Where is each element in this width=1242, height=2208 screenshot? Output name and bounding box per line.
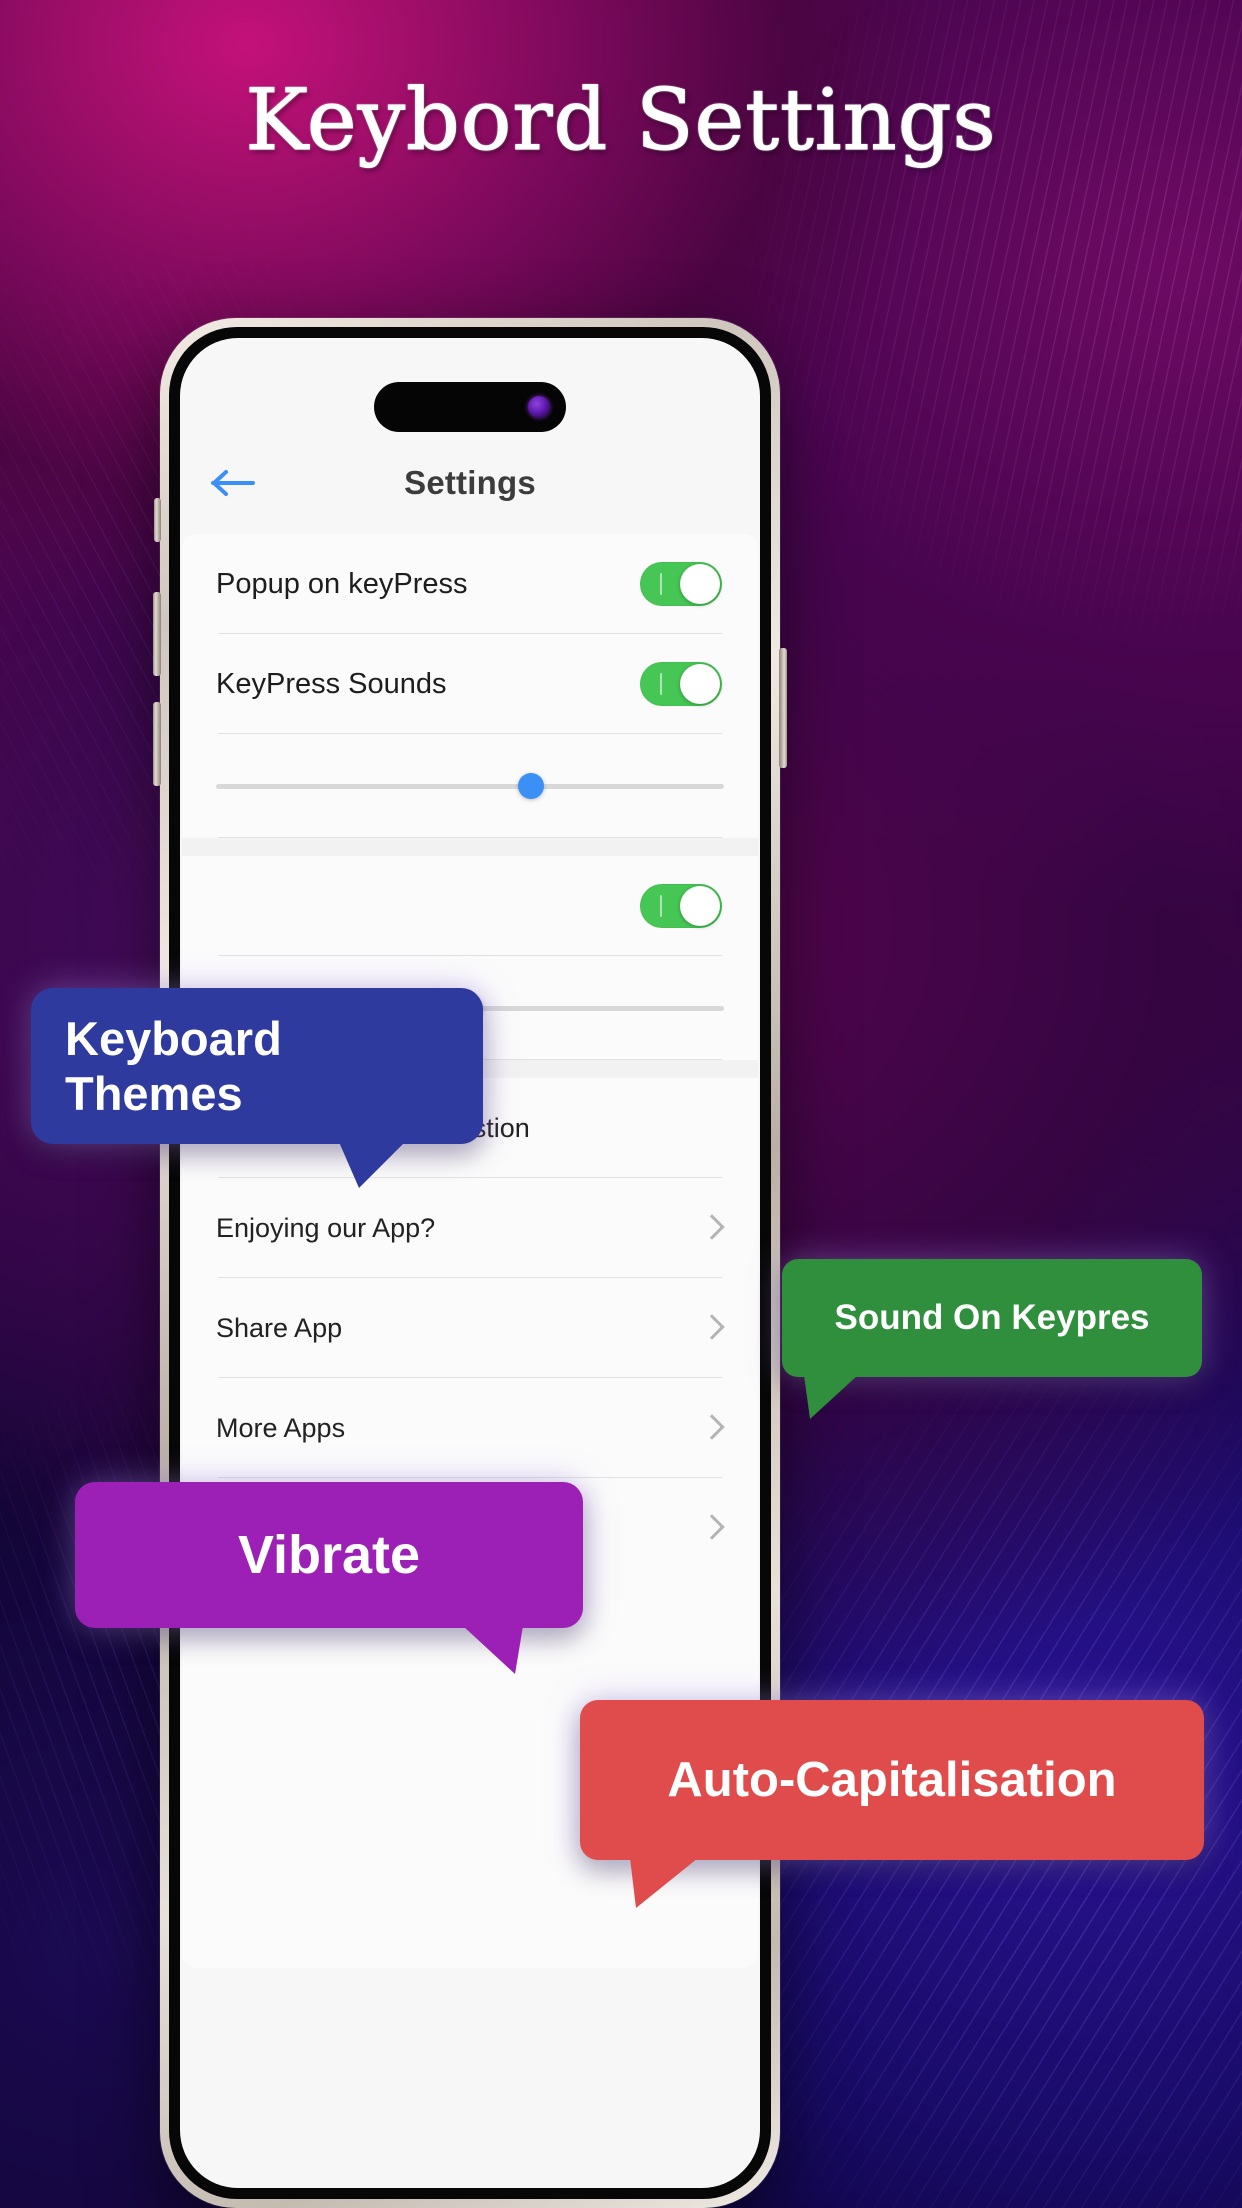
volume-up-button[interactable]	[153, 592, 161, 676]
phone-mockup: Settings Popup on keyPress KeyPress Soun…	[153, 318, 787, 2208]
app-header: Settings	[180, 444, 760, 522]
settings-row-share-app[interactable]: Share App	[182, 1278, 758, 1378]
chevron-right-icon	[703, 1215, 718, 1241]
callout-tail	[804, 1375, 858, 1419]
settings-row-enjoying-our-app[interactable]: Enjoying our App?	[182, 1178, 758, 1278]
settings-row-popup-on-keypress[interactable]: Popup on keyPress	[182, 534, 758, 634]
toggle-knob	[680, 886, 720, 926]
toggle-knob	[680, 564, 720, 604]
phone-bezel: Settings Popup on keyPress KeyPress Soun…	[169, 327, 771, 2199]
callout-label: Sound On Keypres	[834, 1298, 1150, 1337]
toggle-tick-icon	[660, 573, 662, 595]
row-label: Enjoying our App?	[216, 1212, 436, 1243]
callout-label: Auto-Capitalisation	[667, 1753, 1117, 1807]
toggle-keypress-sounds[interactable]	[640, 662, 722, 706]
callout-auto-capitalisation: Auto-Capitalisation	[580, 1700, 1204, 1908]
settings-row-sound-volume-slider[interactable]	[182, 734, 758, 838]
volume-down-button[interactable]	[153, 702, 161, 786]
row-label: More Apps	[216, 1412, 346, 1443]
slider-thumb[interactable]	[517, 773, 544, 799]
mute-switch-button[interactable]	[154, 498, 161, 542]
settings-row-keypress-sounds[interactable]: KeyPress Sounds	[182, 634, 758, 734]
callout-label: Keyboard Themes	[65, 1012, 282, 1120]
row-label: KeyPress Sounds	[216, 667, 447, 700]
row-divider	[218, 837, 722, 838]
toggle-tick-icon	[660, 673, 662, 695]
callout-tail	[630, 1858, 698, 1908]
power-button[interactable]	[779, 648, 787, 768]
callout-label: Vibrate	[237, 1525, 421, 1585]
camera-lens-icon	[528, 396, 550, 418]
callout-sound-on-keypress: Sound On Keypres	[782, 1259, 1202, 1419]
toggle-knob	[680, 664, 720, 704]
app-title: Settings	[404, 464, 536, 501]
settings-row-vibrate[interactable]	[182, 856, 758, 956]
callout-keyboard-themes: Keyboard Themes	[31, 988, 483, 1188]
callout-tail	[339, 1142, 405, 1188]
chevron-right-icon	[703, 1415, 718, 1441]
dynamic-island	[374, 382, 566, 432]
row-label: Share App	[216, 1312, 343, 1343]
chevron-right-icon	[703, 1315, 718, 1341]
page-title-text: Keybord Settings	[245, 71, 997, 169]
callout-vibrate: Vibrate	[75, 1482, 583, 1674]
section-gap	[182, 838, 758, 856]
chevron-right-icon	[703, 1515, 718, 1541]
callout-tail	[463, 1626, 523, 1674]
page-title: Keybord Settings	[0, 75, 1242, 164]
back-arrow-icon[interactable]	[210, 468, 256, 498]
row-label: Popup on keyPress	[216, 567, 468, 600]
toggle-tick-icon	[660, 895, 662, 917]
settings-row-more-apps[interactable]: More Apps	[182, 1378, 758, 1478]
toggle-vibrate[interactable]	[640, 884, 722, 928]
toggle-popup-on-keypress[interactable]	[640, 562, 722, 606]
phone-screen: Settings Popup on keyPress KeyPress Soun…	[180, 338, 760, 2188]
slider-track[interactable]	[216, 773, 724, 799]
